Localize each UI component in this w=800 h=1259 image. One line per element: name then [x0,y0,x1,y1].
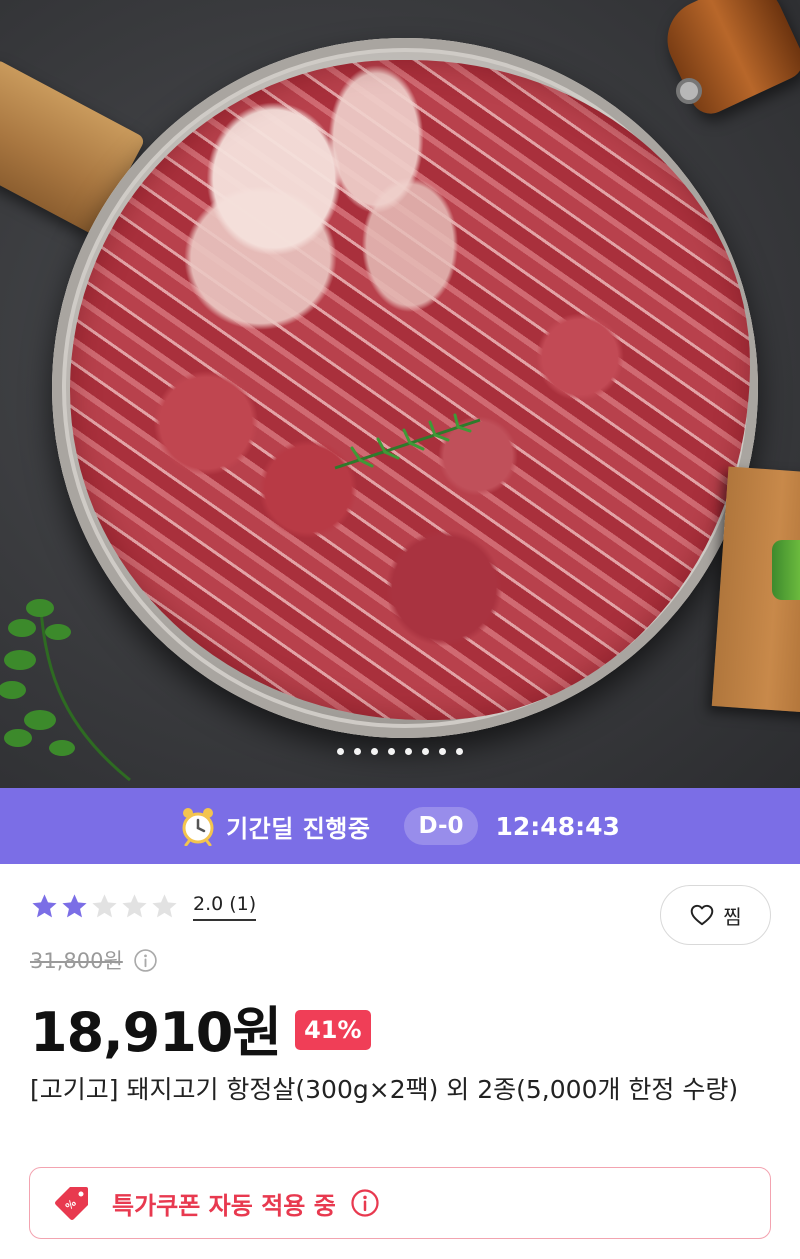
carousel-dot[interactable] [354,748,361,755]
grinder-knob-decor [676,78,702,104]
vegetable-decor [772,540,800,600]
wishlist-button[interactable]: 찜 [660,885,771,945]
carousel-dot[interactable] [439,748,446,755]
star-empty-icon [92,894,117,918]
star-rating [30,892,179,921]
product-image[interactable] [0,0,800,788]
carousel-indicator[interactable] [0,748,800,755]
countdown-timer: 12:48:43 [495,811,620,841]
carousel-dot[interactable] [371,748,378,755]
sale-price: 18,910원 [30,1001,282,1064]
coupon-tag-icon: % [55,1187,88,1220]
rating-summary-link[interactable]: 2.0 (1) [193,893,257,921]
deal-banner: 기간딜 진행중 D-0 12:48:43 [0,788,800,864]
carousel-dot[interactable] [456,748,463,755]
heart-icon [691,904,714,926]
wishlist-label: 찜 [723,904,742,929]
coupon-banner[interactable]: % 특가쿠폰 자동 적용 중 [29,1167,771,1239]
rating-row[interactable]: 2.0 (1) [30,892,257,921]
deal-label: 기간딜 진행중 [226,814,371,843]
dday-badge: D-0 [404,807,478,845]
rosemary-decor [334,413,481,470]
pepper-grinder-decor [654,0,800,121]
product-title: [고기고] 돼지고기 항정살(300g×2팩) 외 2종(5,000개 한정 수… [30,1075,739,1104]
star-empty-icon [122,894,147,918]
star-empty-icon [152,894,177,918]
carousel-dot[interactable] [388,748,395,755]
coupon-info-icon[interactable] [350,1188,380,1218]
carousel-dot[interactable] [422,748,429,755]
price-row: 18,910원 41% [30,988,371,1067]
coupon-label: 특가쿠폰 자동 적용 중 [112,1191,336,1220]
meat-decor [70,60,750,720]
discount-badge: 41% [295,1009,371,1050]
star-filled-icon [62,894,87,918]
star-filled-icon [32,894,57,918]
price-info-icon[interactable] [133,948,158,973]
alarm-clock-icon [182,808,214,846]
carousel-dot[interactable] [337,748,344,755]
carousel-dot[interactable] [405,748,412,755]
original-price-row: 31,800원 [30,945,158,975]
original-price: 31,800원 [30,949,123,973]
parsley-decor [0,599,131,782]
